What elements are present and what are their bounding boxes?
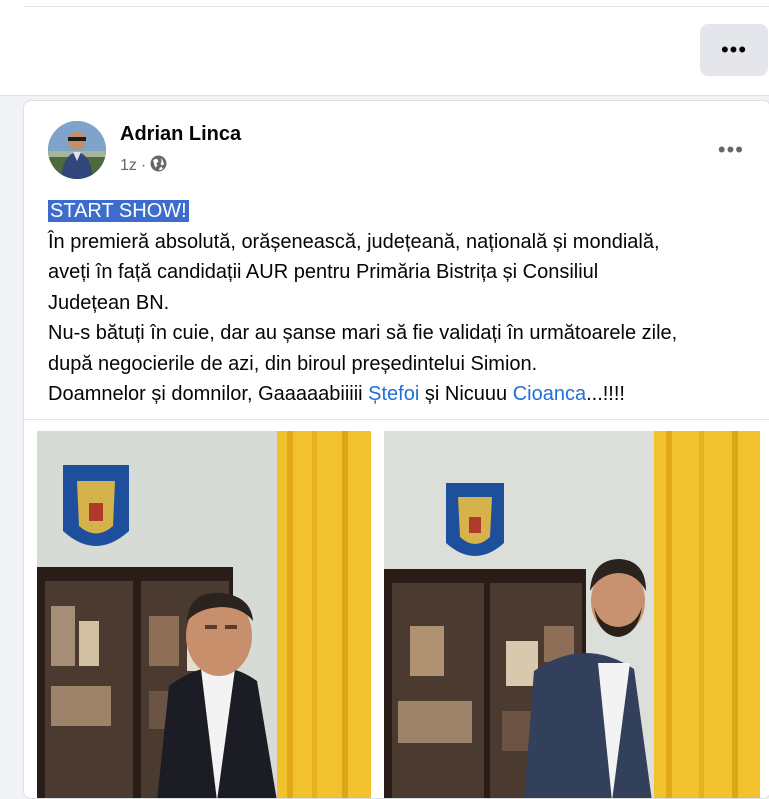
- divider: [24, 419, 769, 420]
- globe-icon: [150, 155, 167, 177]
- avatar[interactable]: [48, 121, 106, 179]
- divider: [24, 6, 769, 7]
- mention-link[interactable]: Cioanca: [513, 383, 586, 405]
- post-time[interactable]: 1z: [120, 157, 137, 175]
- post-meta: 1z ·: [120, 155, 167, 177]
- text-line: Nu-s bătuți în cuie, dar au șanse mari s…: [48, 322, 678, 344]
- text-fragment: ...!!!!: [586, 383, 625, 405]
- post-card: Adrian Linca 1z · ••• START SHOW! În pre…: [23, 100, 769, 799]
- text-fragment: Doamnelor și domnilor, Gaaaaabiiiii: [48, 383, 369, 405]
- post-text: START SHOW! În premieră absolută, orășen…: [48, 196, 758, 410]
- text-line: după negocierile de azi, din biroul preș…: [48, 352, 538, 375]
- text-line: În premieră absolută, orășenească, județ…: [48, 230, 660, 253]
- top-bar: •••: [0, 0, 769, 96]
- post-photo-1[interactable]: [37, 431, 371, 798]
- text-line: aveți în față candidații AUR pentru Prim…: [48, 261, 599, 283]
- mention-link[interactable]: Ștefoi: [368, 383, 419, 405]
- text-line: Județean BN.: [48, 291, 170, 314]
- more-horizontal-icon: •••: [720, 37, 748, 62]
- more-options-button[interactable]: •••: [700, 24, 768, 76]
- text-fragment: și Nicuuu: [419, 383, 513, 405]
- text-line: Doamnelor și domnilor, Gaaaaabiiiii Ștef…: [48, 379, 758, 410]
- more-horizontal-icon: •••: [717, 137, 744, 162]
- meta-separator: ·: [140, 157, 147, 174]
- post-options-button[interactable]: •••: [718, 137, 744, 163]
- author-name[interactable]: Adrian Linca: [120, 123, 241, 146]
- highlighted-text: START SHOW!: [48, 200, 189, 222]
- post-photo-2[interactable]: [384, 431, 760, 798]
